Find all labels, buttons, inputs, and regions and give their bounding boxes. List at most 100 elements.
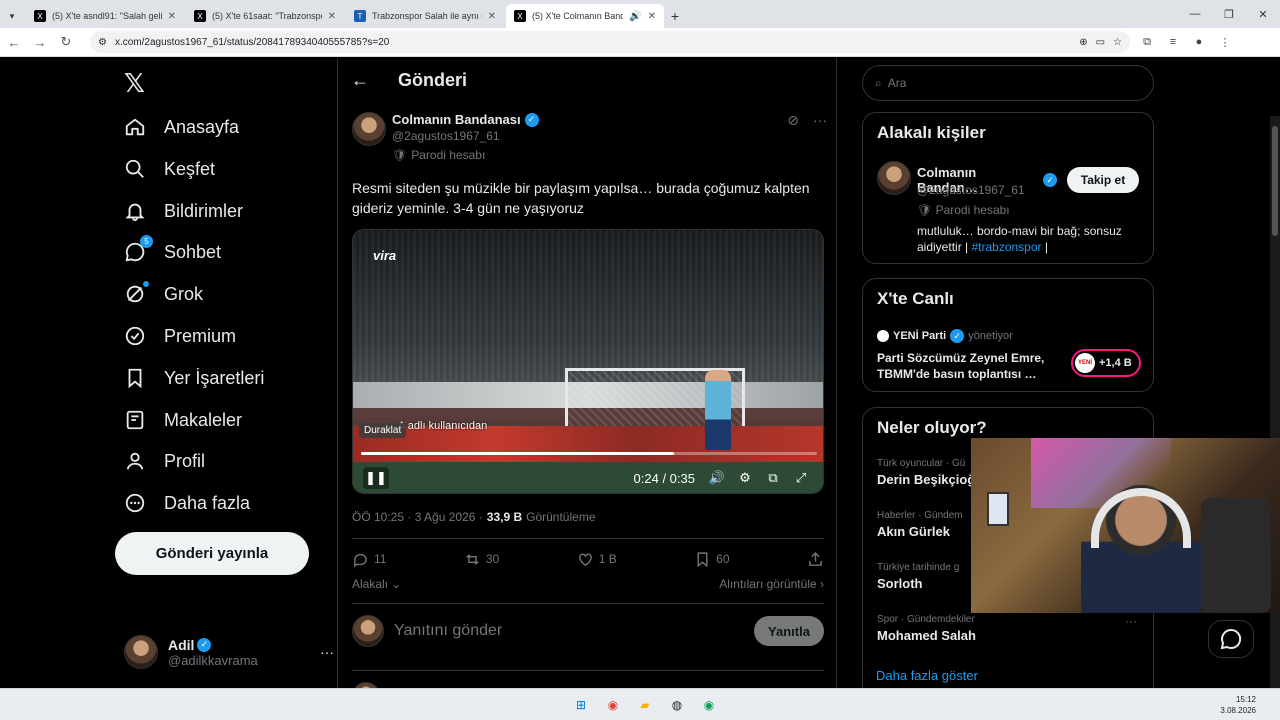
show-more-link[interactable]: Daha fazla göster (876, 668, 978, 683)
reply-icon (354, 553, 367, 568)
video-controls: ❚❚ 0:24 / 0:35 🔊 ⚙ ⧉ ⤢ (353, 464, 823, 492)
live-host-name: YENİ Parti (893, 330, 947, 342)
x-logo-icon[interactable]: 𝕏 (124, 68, 145, 99)
avatar (124, 635, 158, 669)
sidebar-item-profile[interactable]: Profil (124, 441, 205, 481)
extensions-icon[interactable]: ⧉ (1136, 31, 1158, 53)
messages-drawer-button[interactable] (1208, 620, 1254, 658)
tab-search-icon[interactable]: ▾ (0, 4, 24, 28)
close-window-icon[interactable]: ✕ (1246, 0, 1280, 28)
site-info-icon[interactable]: ⚙ (98, 37, 107, 48)
hashtag-link[interactable]: #trabzonspor (971, 240, 1041, 254)
repost-button[interactable]: 30 (464, 551, 499, 568)
restore-icon[interactable]: ❐ (1212, 0, 1246, 28)
more-dots-icon[interactable]: ··· (813, 112, 827, 164)
reply-submit-button[interactable]: Yanıtla (754, 616, 824, 646)
fullscreen-icon[interactable]: ⤢ (787, 467, 815, 489)
verified-badge-icon: ✓ (1043, 173, 1057, 187)
follow-button[interactable]: Takip et (1067, 167, 1139, 193)
browser-tab[interactable]: T Trabzonspor Salah ile aynı uçak ✕ (346, 4, 504, 28)
browser-tab-active[interactable]: X (5) X'te Colmanın Bandana 🔊 ✕ (506, 4, 664, 28)
view-count: 33,9 B (486, 510, 523, 524)
settings-gear-icon[interactable]: ⚙ (731, 467, 759, 489)
back-arrow-icon[interactable]: ← (338, 70, 382, 91)
chrome-icon[interactable]: ◉ (602, 694, 624, 716)
sidebar-item-grok[interactable]: Grok (124, 274, 203, 314)
close-tab-icon[interactable]: ✕ (648, 11, 656, 22)
browser-tab-strip: ▾ X (5) X'te asndl91: "Salah gelirse il … (0, 0, 1280, 28)
bookmark-button[interactable]: 60 (694, 551, 730, 568)
sidebar-item-chat[interactable]: 5 Sohbet (124, 232, 221, 272)
live-broadcast-title[interactable]: Parti Sözcümüz Zeynel Emre, TBMM'de bası… (877, 350, 1057, 382)
tweet-timestamp[interactable]: ÖÖ 10:25 · 3 Ağu 2026 · (352, 510, 483, 524)
like-button[interactable]: 1 B (577, 551, 617, 568)
reply-input[interactable]: Yanıtını gönder (394, 622, 754, 640)
cast-icon[interactable]: ▭ (1096, 37, 1105, 48)
more-dots-icon[interactable]: ··· (320, 644, 334, 660)
divider (352, 538, 824, 539)
trend-item[interactable]: Spor · Gündemdekiler Mohamed Salah (877, 614, 1147, 643)
sidebar-item-label: Sohbet (164, 241, 222, 262)
scroll-thumb[interactable] (1272, 126, 1278, 236)
sidebar-item-premium[interactable]: Premium (124, 316, 236, 356)
minimize-icon[interactable]: — (1178, 0, 1212, 28)
back-icon[interactable]: ← (2, 30, 26, 54)
related-person-handle: @2agustos1967_61 (917, 183, 1025, 197)
forward-icon[interactable]: → (28, 30, 52, 54)
close-tab-icon[interactable]: ✕ (168, 11, 176, 22)
menu-icon[interactable]: ⋮ (1214, 31, 1236, 53)
pause-icon[interactable]: ❚❚ (363, 467, 389, 489)
video-progress-bar[interactable] (361, 452, 817, 455)
video-progress-fill (361, 452, 674, 455)
profile-avatar-icon[interactable]: ● (1188, 31, 1210, 53)
windows-start-icon[interactable]: ⊞ (570, 694, 592, 716)
tab-title: (5) X'te 61saat: "Trabzonspor Sa (212, 11, 322, 21)
close-tab-icon[interactable]: ✕ (328, 11, 336, 22)
relevance-dropdown[interactable]: Alakalı ⌄ (352, 577, 401, 595)
post-button[interactable]: Gönderi yayınla (115, 532, 309, 575)
taskbar-clock[interactable]: 15:12 3.08.2026 (1220, 694, 1256, 716)
search-input[interactable]: ⌕ Ara (862, 65, 1154, 101)
obs-icon[interactable]: ◍ (666, 694, 688, 716)
grok-explain-icon[interactable]: ⊘ (787, 112, 799, 164)
view-quotes-link[interactable]: Alıntıları görüntüle › (719, 577, 824, 595)
sidebar-item-explore[interactable]: Keşfet (124, 149, 215, 189)
zoom-icon[interactable]: ⊕ (1079, 37, 1087, 48)
sidebar-item-articles[interactable]: Makaleler (124, 400, 242, 440)
sidebar-item-notifications[interactable]: Bildirimler (124, 191, 243, 231)
account-switcher[interactable]: Adil ✓ @adilkkavrama ··· (124, 632, 334, 672)
browser-tab[interactable]: X (5) X'te 61saat: "Trabzonspor Sa ✕ (186, 4, 344, 28)
pip-icon[interactable]: ⧉ (759, 467, 787, 489)
browser-tab[interactable]: X (5) X'te asndl91: "Salah gelirse il ✕ (26, 4, 184, 28)
new-tab-button[interactable]: + (664, 4, 686, 28)
share-button[interactable] (807, 551, 824, 568)
close-tab-icon[interactable]: ✕ (488, 11, 496, 22)
author-name[interactable]: Colmanın Bandanası (392, 112, 521, 127)
premium-icon (124, 325, 146, 347)
tab-title: (5) X'te Colmanın Bandana (532, 11, 624, 21)
bookmark-icon (124, 367, 146, 389)
relevance-label: Alakalı (352, 577, 389, 591)
sidebar-item-more[interactable]: Daha fazla (124, 483, 250, 523)
audio-icon[interactable]: 🔊 (629, 11, 641, 22)
video-crowd (353, 230, 823, 390)
video-player[interactable]: vira A adlı kullanıcıdan Duraklat ❚❚ 0:2… (352, 229, 824, 494)
live-listener-badge[interactable]: YENİ +1,4 B (1071, 349, 1141, 377)
chrome-active-icon[interactable]: ◉ (698, 694, 720, 716)
reload-icon[interactable]: ↻ (54, 30, 78, 54)
avatar[interactable] (352, 112, 386, 146)
volume-icon[interactable]: 🔊 (703, 467, 731, 489)
live-host[interactable]: YENİ Parti ✓ yönetiyor (877, 329, 1013, 343)
star-icon[interactable]: ☆ (1113, 37, 1122, 48)
webcam-poster (987, 492, 1009, 526)
sidebar-item-home[interactable]: Anasayfa (124, 107, 239, 147)
sidebar-item-bookmarks[interactable]: Yer İşaretleri (124, 358, 264, 398)
url-text[interactable]: x.com/2agustos1967_61/status/20841789340… (115, 37, 1071, 48)
reply-button[interactable]: 11 (352, 551, 386, 568)
url-bar[interactable]: ⚙ x.com/2agustos1967_61/status/208417893… (90, 31, 1130, 53)
media-icon[interactable]: ≡ (1162, 31, 1184, 53)
more-dots-icon[interactable]: ··· (1125, 614, 1137, 628)
profile-icon (124, 450, 146, 472)
file-explorer-icon[interactable]: ▰ (634, 694, 656, 716)
author-handle[interactable]: @2agustos1967_61 (392, 129, 539, 143)
